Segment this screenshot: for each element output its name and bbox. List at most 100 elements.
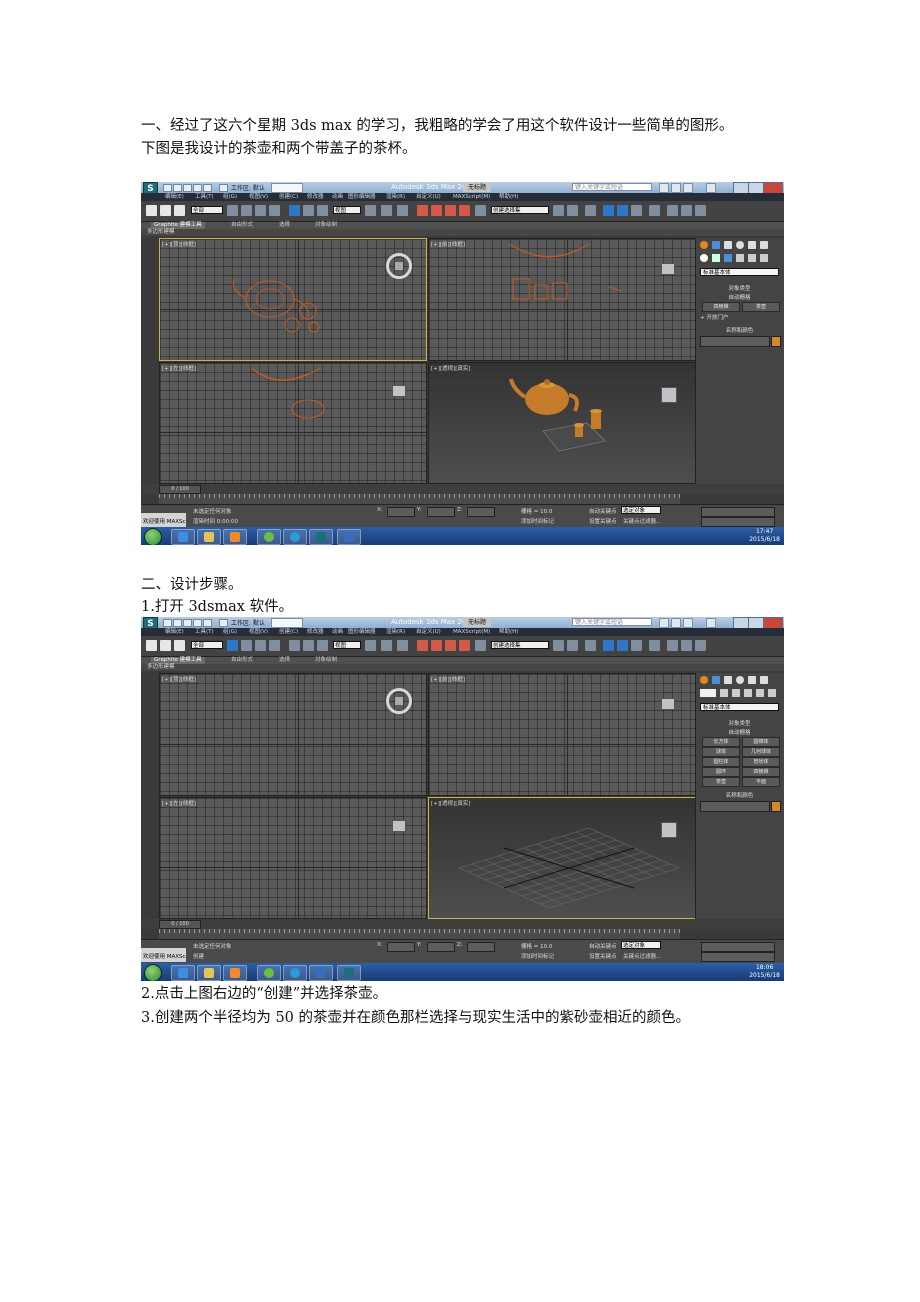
favorites-icon[interactable] (683, 618, 693, 628)
geometry-icon[interactable] (700, 254, 708, 262)
time-slider[interactable]: 0 / 100 (159, 485, 201, 494)
project-folder-icon[interactable] (219, 184, 228, 192)
percent-snap-icon[interactable] (445, 205, 456, 216)
select-object-icon[interactable] (227, 205, 238, 216)
tab-freeform[interactable]: 自由形式 (231, 657, 253, 664)
window-crossing-icon[interactable] (269, 640, 280, 651)
align-icon[interactable] (567, 205, 578, 216)
track-bar[interactable] (159, 494, 680, 504)
steering-wheel-icon[interactable] (386, 688, 412, 714)
object-category-dropdown[interactable]: 标准基本体 (700, 268, 779, 276)
open-file-icon[interactable] (173, 619, 182, 627)
mirror-icon[interactable] (553, 205, 564, 216)
display-tab-icon[interactable] (748, 676, 756, 684)
tab-freeform[interactable]: 自由形式 (231, 222, 253, 229)
viewcube-icon[interactable] (392, 385, 406, 397)
menu-edit[interactable]: 编辑(E) (165, 193, 184, 201)
sphere-button[interactable]: 球体 (702, 747, 740, 757)
key-filters[interactable]: 关键点过滤器... (623, 517, 661, 525)
3dsmax-taskbar-icon[interactable] (337, 965, 361, 981)
qq-taskbar-icon[interactable] (257, 529, 281, 545)
pivot-center-icon[interactable] (365, 205, 376, 216)
menu-maxscript[interactable]: MAXScript(M) (453, 628, 490, 636)
utilities-tab-icon[interactable] (760, 676, 768, 684)
menu-tools[interactable]: 工具(T) (195, 193, 214, 201)
selected-dropdown[interactable]: 选定对象 (621, 941, 661, 949)
menu-help[interactable]: 帮助(H) (499, 193, 518, 201)
viewcube-icon[interactable] (661, 263, 675, 275)
browser-taskbar-icon[interactable] (283, 529, 307, 545)
media-taskbar-icon[interactable] (223, 965, 247, 981)
motion-tab-icon[interactable] (736, 241, 744, 249)
unlink-icon[interactable] (160, 640, 171, 651)
teapot-button[interactable]: 茶壶 (742, 302, 780, 312)
keyboard-shortcut-icon[interactable] (397, 640, 408, 651)
viewport-left[interactable]: [+][左][线框] (159, 797, 427, 919)
add-time-tag[interactable]: 添加时间标记 (521, 952, 554, 960)
explorer-taskbar-icon[interactable] (197, 529, 221, 545)
word-taskbar-icon[interactable] (309, 965, 333, 981)
tab-selection[interactable]: 选择 (279, 222, 290, 229)
tab-selection[interactable]: 选择 (279, 657, 290, 664)
utilities-tab-icon[interactable] (760, 241, 768, 249)
render-setup-icon[interactable] (667, 205, 678, 216)
cone-button[interactable]: 圆锥体 (742, 737, 780, 747)
key-filters[interactable]: 关键点过滤器... (623, 952, 661, 960)
binoculars-icon[interactable] (659, 618, 669, 628)
name-color-rollout[interactable]: 名称和颜色 (700, 791, 779, 799)
workspace-dropdown[interactable] (271, 618, 303, 628)
workspace-dropdown[interactable] (271, 183, 303, 193)
mirror-icon[interactable] (553, 640, 564, 651)
cameras-icon[interactable] (736, 254, 744, 262)
graphite-toggle-icon[interactable] (603, 640, 614, 651)
edit-named-selection-icon[interactable] (475, 205, 486, 216)
keyboard-shortcut-icon[interactable] (397, 205, 408, 216)
spacewarps-icon[interactable] (768, 689, 776, 697)
y-coord-input[interactable] (427, 507, 455, 517)
named-selection-dropdown[interactable]: 创建选择集 (491, 206, 549, 214)
menu-modifiers[interactable]: 修改器 (307, 628, 324, 636)
shapes-icon[interactable] (720, 689, 728, 697)
start-button[interactable] (144, 528, 162, 545)
object-color-swatch[interactable] (771, 801, 781, 812)
viewport-left[interactable]: [+][左][线框] (159, 362, 427, 484)
object-color-swatch[interactable] (771, 336, 781, 347)
project-folder-icon[interactable] (219, 619, 228, 627)
rendered-frame-icon[interactable] (681, 205, 692, 216)
menu-create[interactable]: 创建(C) (279, 193, 298, 201)
cylinder-button[interactable]: 圆柱体 (702, 757, 740, 767)
3dsmax-taskbar-icon[interactable] (309, 529, 333, 545)
undo-icon[interactable] (193, 619, 202, 627)
menu-views[interactable]: 视图(V) (249, 628, 268, 636)
curve-editor-icon[interactable] (617, 205, 628, 216)
tab-object-paint[interactable]: 对象绘制 (315, 222, 337, 229)
menu-tools[interactable]: 工具(T) (195, 628, 214, 636)
redo-icon[interactable] (203, 184, 212, 192)
edit-named-selection-icon[interactable] (475, 640, 486, 651)
menu-maxscript[interactable]: MAXScript(M) (453, 193, 490, 201)
spinner-snap-icon[interactable] (459, 640, 470, 651)
helpers-icon[interactable] (756, 689, 764, 697)
z-coord-input[interactable] (467, 942, 495, 952)
unlink-icon[interactable] (160, 205, 171, 216)
menu-create[interactable]: 创建(C) (279, 628, 298, 636)
select-by-name-icon[interactable] (241, 640, 252, 651)
lights-icon[interactable] (732, 689, 740, 697)
snaps-toggle-icon[interactable] (417, 640, 428, 651)
selection-region-icon[interactable] (255, 205, 266, 216)
object-name-input[interactable] (700, 801, 770, 812)
x-coord-input[interactable] (387, 507, 415, 517)
menu-animation[interactable]: 动画 (332, 193, 343, 201)
menu-help[interactable]: 帮助(H) (499, 628, 518, 636)
binoculars-icon[interactable] (659, 183, 669, 193)
menu-graph-editors[interactable]: 图形编辑器 (348, 628, 376, 636)
autogrid-checkbox[interactable]: 自动栅格 (700, 728, 779, 736)
ie-taskbar-icon[interactable] (171, 529, 195, 545)
redo-icon[interactable] (203, 619, 212, 627)
open-file-icon[interactable] (173, 184, 182, 192)
layer-manager-icon[interactable] (585, 205, 596, 216)
modify-tab-icon[interactable] (712, 241, 720, 249)
help-icon[interactable] (706, 618, 716, 628)
select-manipulate-icon[interactable] (381, 640, 392, 651)
select-manipulate-icon[interactable] (381, 205, 392, 216)
